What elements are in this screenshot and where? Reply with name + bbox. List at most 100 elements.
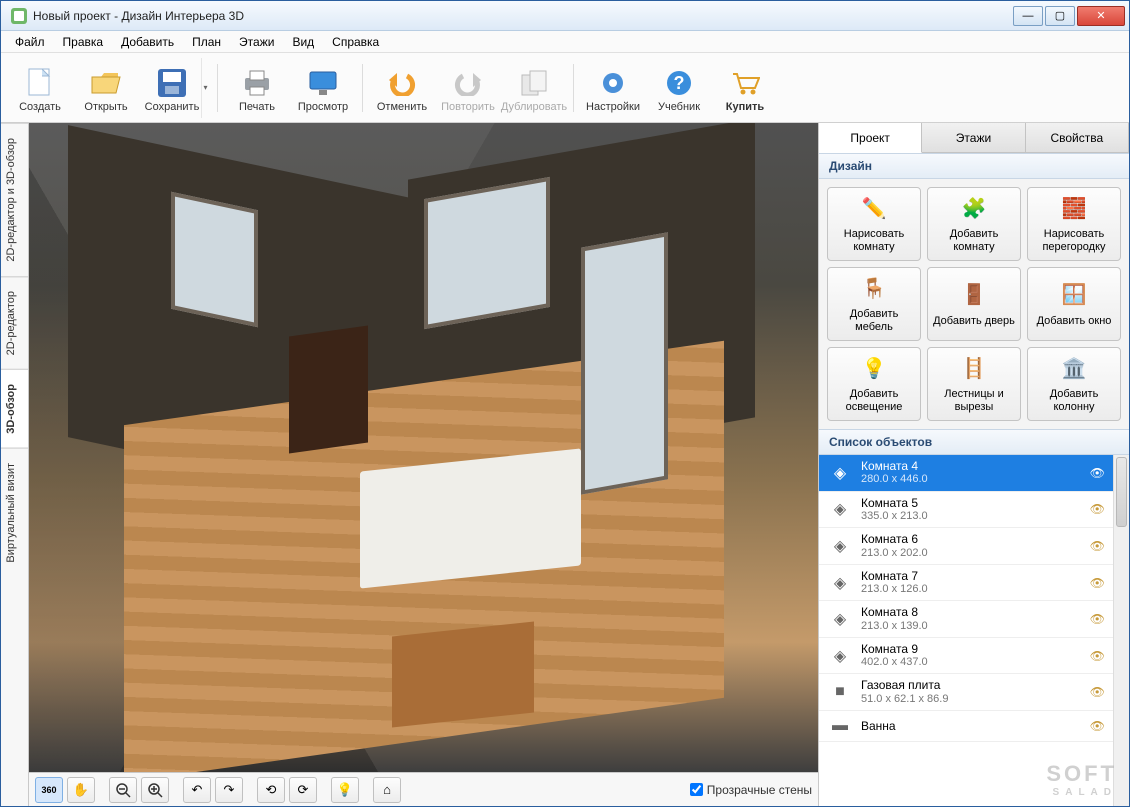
menu-edit[interactable]: Правка [55, 33, 112, 51]
menu-add[interactable]: Добавить [113, 33, 182, 51]
tilt-left-button[interactable]: ⟲ [257, 777, 285, 803]
brick-icon: 🧱 [1059, 194, 1089, 224]
add-window-button[interactable]: 🪟Добавить окно [1027, 267, 1121, 341]
cart-icon [729, 67, 761, 99]
orbit-360-button[interactable]: 360 [35, 777, 63, 803]
visibility-icon[interactable]: 👁 [1090, 649, 1105, 663]
add-door-button[interactable]: 🚪Добавить дверь [927, 267, 1021, 341]
objects-section-header: Список объектов [819, 429, 1129, 455]
save-dropdown[interactable]: ▾ [201, 58, 209, 118]
undo-button[interactable]: Отменить [371, 58, 433, 118]
titlebar: Новый проект - Дизайн Интерьера 3D — ▢ ✕ [1, 1, 1129, 31]
menubar: Файл Правка Добавить План Этажи Вид Спра… [1, 31, 1129, 53]
menu-file[interactable]: Файл [7, 33, 53, 51]
object-row[interactable]: ◈Комната 6213.0 x 202.0👁 [819, 528, 1113, 565]
object-row[interactable]: ◈Комната 7213.0 x 126.0👁 [819, 565, 1113, 602]
object-icon: ◈ [827, 462, 853, 484]
view-toolbar: 360 ✋ ↶ ↷ ⟲ ⟳ 💡 ⌂ Прозрачные стены [29, 772, 818, 806]
preview-button[interactable]: Просмотр [292, 58, 354, 118]
rotate-right-button[interactable]: ↷ [215, 777, 243, 803]
right-panel: Проект Этажи Свойства Дизайн ✏️Нарисоват… [819, 123, 1129, 806]
object-list-inner[interactable]: ◈Комната 4280.0 x 446.0👁◈Комната 5335.0 … [819, 455, 1113, 806]
tilt-right-button[interactable]: ⟳ [289, 777, 317, 803]
settings-button[interactable]: Настройки [582, 58, 644, 118]
monitor-icon [307, 67, 339, 99]
redo-button[interactable]: Повторить [437, 58, 499, 118]
object-row[interactable]: ◈Комната 5335.0 x 213.0👁 [819, 492, 1113, 529]
pencil-icon: ✏️ [859, 194, 889, 224]
add-room-button[interactable]: 🧩Добавить комнату [927, 187, 1021, 261]
save-button[interactable]: Сохранить [141, 58, 203, 118]
new-file-icon [24, 67, 56, 99]
3d-viewport[interactable] [29, 123, 818, 772]
menu-view[interactable]: Вид [284, 33, 322, 51]
close-button[interactable]: ✕ [1077, 6, 1125, 26]
minimize-button[interactable]: — [1013, 6, 1043, 26]
undo-icon [386, 67, 418, 99]
zoom-in-button[interactable] [141, 777, 169, 803]
design-tools-grid: ✏️Нарисовать комнату 🧩Добавить комнату 🧱… [819, 179, 1129, 429]
transparent-walls-input[interactable] [690, 783, 703, 796]
object-row[interactable]: ■ Газовая плита51.0 x 62.1 x 86.9 👁 [819, 674, 1113, 711]
draw-partition-button[interactable]: 🧱Нарисовать перегородку [1027, 187, 1121, 261]
draw-room-button[interactable]: ✏️Нарисовать комнату [827, 187, 921, 261]
toolbar-separator [362, 64, 363, 112]
tab-floors[interactable]: Этажи [922, 123, 1025, 152]
tab-properties[interactable]: Свойства [1026, 123, 1129, 152]
save-icon [156, 67, 188, 99]
object-row[interactable]: ◈Комната 8213.0 x 139.0👁 [819, 601, 1113, 638]
visibility-icon[interactable]: 👁 [1090, 466, 1105, 480]
object-icon: ◈ [827, 645, 853, 667]
object-row[interactable]: ◈Комната 9402.0 x 437.0👁 [819, 638, 1113, 675]
app-icon [11, 8, 27, 24]
object-list-scrollbar[interactable] [1113, 455, 1129, 806]
zoom-out-button[interactable] [109, 777, 137, 803]
maximize-button[interactable]: ▢ [1045, 6, 1075, 26]
visibility-icon[interactable]: 👁 [1090, 576, 1105, 590]
scrollbar-thumb[interactable] [1116, 457, 1127, 527]
chair-icon: 🪑 [859, 274, 889, 304]
pan-button[interactable]: ✋ [67, 777, 95, 803]
visibility-icon[interactable]: 👁 [1090, 685, 1105, 699]
visibility-icon[interactable]: 👁 [1090, 612, 1105, 626]
home-view-button[interactable]: ⌂ [373, 777, 401, 803]
app-window: Новый проект - Дизайн Интерьера 3D — ▢ ✕… [0, 0, 1130, 807]
vtab-2d-and-3d[interactable]: 2D-редактор и 3D-обзор [1, 123, 28, 276]
create-button[interactable]: Создать [9, 58, 71, 118]
lighting-button[interactable]: 💡 [331, 777, 359, 803]
object-icon: ◈ [827, 535, 853, 557]
visibility-icon[interactable]: 👁 [1090, 502, 1105, 516]
tab-project[interactable]: Проект [819, 123, 922, 153]
buy-button[interactable]: Купить [714, 58, 776, 118]
stairs-button[interactable]: 🪜Лестницы и вырезы [927, 347, 1021, 421]
visibility-icon[interactable]: 👁 [1090, 539, 1105, 553]
menu-plan[interactable]: План [184, 33, 229, 51]
redo-icon [452, 67, 484, 99]
print-button[interactable]: Печать [226, 58, 288, 118]
add-column-button[interactable]: 🏛️Добавить колонну [1027, 347, 1121, 421]
add-furniture-button[interactable]: 🪑Добавить мебель [827, 267, 921, 341]
tutorial-button[interactable]: ?Учебник [648, 58, 710, 118]
visibility-icon[interactable]: 👁 [1090, 719, 1105, 733]
object-text: Газовая плита51.0 x 62.1 x 86.9 [861, 678, 1082, 706]
furniture-render [360, 449, 581, 589]
transparent-walls-checkbox[interactable]: Прозрачные стены [690, 783, 812, 797]
duplicate-button[interactable]: Дублировать [503, 58, 565, 118]
open-button[interactable]: Открыть [75, 58, 137, 118]
window-render [581, 232, 668, 494]
duplicate-icon [518, 67, 550, 99]
vtab-virtual-visit[interactable]: Виртуальный визит [1, 448, 28, 577]
printer-icon [241, 67, 273, 99]
object-row[interactable]: ▬Ванна👁 [819, 711, 1113, 742]
object-icon: ■ [827, 681, 853, 703]
object-row[interactable]: ◈ Комната 4280.0 x 446.0 👁 [819, 455, 1113, 492]
add-light-button[interactable]: 💡Добавить освещение [827, 347, 921, 421]
vtab-2d-editor[interactable]: 2D-редактор [1, 276, 28, 369]
object-text: Комната 4280.0 x 446.0 [861, 459, 1082, 487]
object-text: Ванна [861, 719, 1082, 733]
rotate-left-button[interactable]: ↶ [183, 777, 211, 803]
bulb-icon: 💡 [859, 354, 889, 384]
menu-floors[interactable]: Этажи [231, 33, 282, 51]
menu-help[interactable]: Справка [324, 33, 387, 51]
vtab-3d-view[interactable]: 3D-обзор [1, 369, 28, 448]
